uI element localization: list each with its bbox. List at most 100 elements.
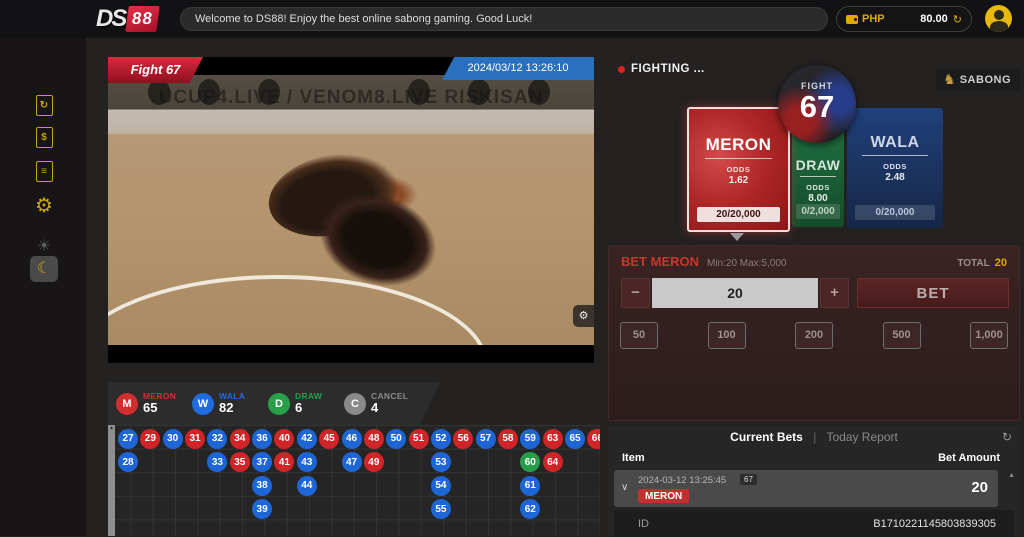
result-dot-wala: 37 [252,452,272,472]
stat-meron: MMERON65 [116,392,192,415]
stream-watermark: UCUP4.LIVE / VENOM8.LIVE RISKISAN [108,87,594,109]
result-dot-wala: 28 [118,452,138,472]
live-video-player: UCUP4.LIVE / VENOM8.LIVE RISKISAN Fight … [108,57,594,363]
draw-odds-label: ODDS [792,183,844,192]
result-dot-wala: 52 [431,429,451,449]
result-dot-wala: 46 [342,429,362,449]
fight-number: 67 [778,91,856,124]
bets-scroll-up-icon[interactable]: ▲ [1008,472,1015,479]
chip-row: 50 100 200 500 1,000 [620,322,1008,349]
bets-refresh-icon[interactable]: ↻ [1002,430,1012,444]
fight-number-badge: Fight 67 [108,57,203,83]
bet-history-icon[interactable]: ↻ [30,92,58,118]
result-dot-wala: 54 [431,476,451,496]
betting-panel: FIGHTING ... ♞ SABONG MERON ODDS 1.62 20… [608,55,1020,421]
tab-separator: | [813,430,816,444]
result-dot-wala: 44 [297,476,317,496]
stat-bubble: D [268,393,290,415]
bet-id-label: ID [638,518,649,530]
chip-1000[interactable]: 1,000 [970,322,1008,349]
game-rules-icon: ≡ [36,161,53,182]
result-dot-wala: 62 [520,499,540,519]
result-dot-wala: 43 [297,452,317,472]
draw-odds-value: 8.00 [792,193,844,204]
results-stats-bar: MMERON65WWALA82DDRAW6CCANCEL4 [108,382,440,425]
result-dot-wala: 55 [431,499,451,519]
balance-refresh-icon[interactable]: ↻ [953,13,962,26]
divider [800,176,835,177]
status-text: FIGHTING ... [631,63,705,75]
bet-card-meron[interactable]: MERON ODDS 1.62 20/20,000 [687,107,790,232]
meron-odds-value: 1.62 [689,175,788,186]
arena-chalk-ring [108,275,488,345]
wala-odds-label: ODDS [847,162,943,171]
result-dot-wala: 50 [386,429,406,449]
wala-title: WALA [847,134,943,152]
increase-bet-button[interactable]: + [820,278,849,308]
chip-200[interactable]: 200 [795,322,833,349]
result-dot-meron: 66 [587,429,600,449]
result-dot-meron: 45 [319,429,339,449]
result-dot-wala: 59 [520,429,540,449]
fight-status: FIGHTING ... [618,63,705,75]
decrease-bet-button[interactable]: − [621,278,650,308]
result-dot-meron: 29 [140,429,160,449]
avatar-body [990,21,1008,32]
bet-card-wala[interactable]: WALA ODDS 2.48 0/20,000 [847,108,943,228]
grid-scrollbar[interactable] [108,425,115,536]
result-dot-meron: 56 [453,429,473,449]
result-dot-wala: 33 [207,452,227,472]
selection-pointer [730,233,744,241]
result-dot-wala: 61 [520,476,540,496]
stream-timestamp-badge: 2024/03/12 13:26:10 [442,57,594,80]
result-dot-meron: 48 [364,429,384,449]
result-dot-meron: 35 [230,452,250,472]
result-dot-wala: 30 [163,429,183,449]
logo-ds-text: DS [96,5,125,33]
dark-theme-icon[interactable]: ☾ [30,256,58,282]
user-avatar[interactable] [985,5,1012,32]
settings-icon[interactable]: ⚙ [30,193,58,219]
result-dot-meron: 40 [274,429,294,449]
tab-today-report[interactable]: Today Report [826,430,897,444]
chevron-down-icon[interactable]: ∨ [621,482,628,493]
bet-amount-value: 20 [971,479,988,496]
result-dot-meron: 63 [543,429,563,449]
stat-bubble: C [344,393,366,415]
wala-bet-fill: 0/20,000 [855,205,936,220]
amount-column-header: Bet Amount [938,452,1000,464]
transactions-icon[interactable]: $ [30,124,58,150]
video-settings-icon[interactable]: ⚙ [573,305,594,327]
result-dot-wala: 38 [252,476,272,496]
bets-tabs: Current Bets | Today Report [608,430,1020,444]
stat-bubble: M [116,393,138,415]
wallet-icon [846,15,858,24]
chip-500[interactable]: 500 [883,322,921,349]
stat-count: 65 [143,401,176,415]
result-dot-meron: 49 [364,452,384,472]
tab-current-bets[interactable]: Current Bets [730,430,803,444]
bet-amount-input[interactable] [652,278,818,308]
chip-50[interactable]: 50 [620,322,658,349]
result-dot-meron: 31 [185,429,205,449]
result-dot-wala: 57 [476,429,496,449]
meron-odds-label: ODDS [689,165,788,174]
bet-history-icon: ↻ [36,95,53,116]
bet-time: 2024-03-12 13:25:45 [638,475,726,486]
result-dot-meron: 34 [230,429,250,449]
result-dot-wala: 39 [252,499,272,519]
video-scene: UCUP4.LIVE / VENOM8.LIVE RISKISAN [108,75,594,345]
fight-number-circle: FIGHT 67 [778,65,856,143]
bet-side-badge: MERON [638,489,689,503]
game-rules-icon[interactable]: ≡ [30,158,58,184]
provider-name: SABONG [960,74,1011,86]
wallet-balance[interactable]: PHP 80.00 ↻ [836,6,972,32]
result-dot-meron: 58 [498,429,518,449]
chip-100[interactable]: 100 [708,322,746,349]
bet-button[interactable]: BET [857,278,1009,308]
bet-row[interactable]: ∨ 2024-03-12 13:25:45 67 MERON 20 [614,470,998,507]
provider-badge: ♞ SABONG [936,69,1020,90]
stat-count: 82 [219,401,245,415]
bet-id-value: B1710221145803839305 [873,518,996,530]
result-dot-wala: 42 [297,429,317,449]
